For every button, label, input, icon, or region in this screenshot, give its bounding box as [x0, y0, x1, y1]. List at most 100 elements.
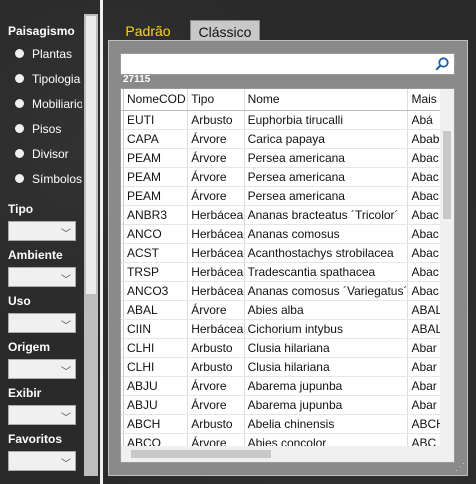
- cell-nome[interactable]: Persea americana: [244, 148, 409, 168]
- cell-tipo[interactable]: Herbácea: [187, 224, 245, 244]
- radio-button[interactable]: [15, 99, 24, 108]
- radio-option-plantas[interactable]: Plantas: [8, 41, 82, 66]
- cell-nome[interactable]: Ananas comosus ´Variegatus´: [244, 281, 409, 301]
- radio-button[interactable]: [15, 174, 24, 183]
- radio-option-divisor[interactable]: Divisor: [8, 141, 82, 166]
- table-vertical-scrollbar-thumb[interactable]: [443, 131, 451, 219]
- cell-tipo[interactable]: Herbácea: [187, 243, 245, 263]
- table-row[interactable]: ACST Herbácea Acanthostachys strobilacea Ab…: [121, 243, 454, 263]
- radio-button[interactable]: [15, 124, 24, 133]
- tab-classico[interactable]: Clássico: [190, 20, 260, 42]
- cell-nomecod[interactable]: ACST: [123, 243, 189, 263]
- cell-tipo[interactable]: Herbácea: [187, 281, 245, 301]
- table-horizontal-scrollbar[interactable]: [121, 446, 454, 462]
- ambiente-dropdown[interactable]: ﹀: [8, 267, 76, 287]
- radio-button[interactable]: [15, 74, 24, 83]
- cell-nomecod[interactable]: CIIN: [123, 319, 189, 339]
- table-row[interactable]: TRSP Herbácea Tradescantia spathacea Abac: [121, 262, 454, 282]
- cell-nome[interactable]: Persea americana: [244, 167, 409, 187]
- table-row[interactable]: CIIN Herbácea Cichorium intybus ABAL: [121, 319, 454, 339]
- radio-button[interactable]: [15, 49, 24, 58]
- table-row[interactable]: ANCO Herbácea Ananas comosus Abac: [121, 224, 454, 244]
- radio-option-simbolos[interactable]: Símbolos: [8, 166, 82, 191]
- search-input[interactable]: [120, 53, 455, 75]
- tipo-dropdown[interactable]: ﹀: [8, 221, 76, 241]
- origem-dropdown[interactable]: ﹀: [8, 359, 76, 379]
- table-row[interactable]: CAPA Árvore Carica papaya Abab: [121, 129, 454, 149]
- cell-tipo[interactable]: Árvore: [187, 395, 245, 415]
- radio-button[interactable]: [15, 149, 24, 158]
- table-row[interactable]: ABCH Arbusto Abelia chinensis ABCH: [121, 414, 454, 434]
- radio-option-mobiliario[interactable]: Mobiliario: [8, 91, 82, 116]
- sidebar-scrollbar[interactable]: [84, 14, 98, 476]
- cell-nome[interactable]: Abelia chinensis: [244, 414, 409, 434]
- cell-nome[interactable]: Acanthostachys strobilacea: [244, 243, 409, 263]
- tab-padrao[interactable]: Padrão: [110, 20, 186, 42]
- table-row[interactable]: ABJU Árvore Abarema jupunba Abar: [121, 395, 454, 415]
- cell-nomecod[interactable]: ANCO: [123, 224, 189, 244]
- uso-dropdown[interactable]: ﹀: [8, 313, 76, 333]
- cell-nome[interactable]: Ananas comosus: [244, 224, 409, 244]
- cell-tipo[interactable]: Arbusto: [187, 338, 245, 358]
- table-row[interactable]: ABJU Árvore Abarema jupunba Abar: [121, 376, 454, 396]
- cell-nome[interactable]: Abarema jupunba: [244, 395, 409, 415]
- exibir-dropdown[interactable]: ﹀: [8, 405, 76, 425]
- table-row[interactable]: PEAM Árvore Persea americana Abac: [121, 186, 454, 206]
- plant-table[interactable]: NomeCOD Tipo Nome Mais EUTI Arbusto Euphor…: [120, 88, 455, 463]
- cell-nomecod[interactable]: ABJU: [123, 395, 189, 415]
- table-row[interactable]: ABAL Árvore Abies alba ABAL: [121, 300, 454, 320]
- cell-nome[interactable]: Clusia hilariana: [244, 357, 409, 377]
- column-header-tipo[interactable]: Tipo: [187, 89, 245, 111]
- cell-tipo[interactable]: Herbácea: [187, 319, 245, 339]
- cell-tipo[interactable]: Árvore: [187, 167, 245, 187]
- cell-nomecod[interactable]: ANCO3: [123, 281, 189, 301]
- table-row[interactable]: EUTI Arbusto Euphorbia tirucalli Abá: [121, 110, 454, 130]
- favoritos-dropdown[interactable]: ﹀: [8, 451, 76, 471]
- cell-tipo[interactable]: Arbusto: [187, 110, 245, 130]
- table-row[interactable]: ANBR3 Herbácea Ananas bracteatus ´Tricolor…: [121, 205, 454, 225]
- table-row[interactable]: ANCO3 Herbácea Ananas comosus ´Variegatus´…: [121, 281, 454, 301]
- cell-tipo[interactable]: Árvore: [187, 300, 245, 320]
- cell-nomecod[interactable]: ABAL: [123, 300, 189, 320]
- cell-tipo[interactable]: Arbusto: [187, 357, 245, 377]
- table-row[interactable]: PEAM Árvore Persea americana Abac: [121, 167, 454, 187]
- cell-nomecod[interactable]: TRSP: [123, 262, 189, 282]
- table-row[interactable]: CLHI Arbusto Clusia hilariana Abar: [121, 357, 454, 377]
- cell-nomecod[interactable]: PEAM: [123, 186, 189, 206]
- radio-option-pisos[interactable]: Pisos: [8, 116, 82, 141]
- table-horizontal-scrollbar-thumb[interactable]: [131, 450, 271, 458]
- cell-nome[interactable]: Tradescantia spathacea: [244, 262, 409, 282]
- cell-nome[interactable]: Abarema jupunba: [244, 376, 409, 396]
- cell-nomecod[interactable]: PEAM: [123, 148, 189, 168]
- cell-nome[interactable]: Carica papaya: [244, 129, 409, 149]
- column-header-nomecod[interactable]: NomeCOD: [123, 89, 189, 111]
- cell-tipo[interactable]: Árvore: [187, 186, 245, 206]
- cell-nome[interactable]: Euphorbia tirucalli: [244, 110, 409, 130]
- cell-nomecod[interactable]: ANBR3: [123, 205, 189, 225]
- cell-tipo[interactable]: Árvore: [187, 129, 245, 149]
- sidebar-scrollbar-thumb[interactable]: [86, 16, 96, 294]
- cell-nomecod[interactable]: CLHI: [123, 338, 189, 358]
- table-row[interactable]: CLHI Arbusto Clusia hilariana Abar: [121, 338, 454, 358]
- cell-nomecod[interactable]: PEAM: [123, 167, 189, 187]
- cell-tipo[interactable]: Herbácea: [187, 205, 245, 225]
- cell-nomecod[interactable]: CAPA: [123, 129, 189, 149]
- column-header-nome[interactable]: Nome: [244, 89, 409, 111]
- cell-nome[interactable]: Abies alba: [244, 300, 409, 320]
- table-row[interactable]: PEAM Árvore Persea americana Abac: [121, 148, 454, 168]
- cell-nomecod[interactable]: CLHI: [123, 357, 189, 377]
- search-icon[interactable]: [434, 56, 450, 72]
- resize-grip-icon[interactable]: ⋰: [455, 462, 465, 473]
- cell-tipo[interactable]: Arbusto: [187, 414, 245, 434]
- cell-tipo[interactable]: Árvore: [187, 376, 245, 396]
- table-vertical-scrollbar[interactable]: [440, 89, 454, 447]
- cell-nomecod[interactable]: ABJU: [123, 376, 189, 396]
- radio-option-tipologia[interactable]: Tipologia: [8, 66, 82, 91]
- cell-nome[interactable]: Clusia hilariana: [244, 338, 409, 358]
- cell-tipo[interactable]: Herbácea: [187, 262, 245, 282]
- cell-tipo[interactable]: Árvore: [187, 148, 245, 168]
- cell-nomecod[interactable]: ABCH: [123, 414, 189, 434]
- cell-nome[interactable]: Persea americana: [244, 186, 409, 206]
- cell-nome[interactable]: Ananas bracteatus ´Tricolor´: [244, 205, 409, 225]
- cell-nome[interactable]: Cichorium intybus: [244, 319, 409, 339]
